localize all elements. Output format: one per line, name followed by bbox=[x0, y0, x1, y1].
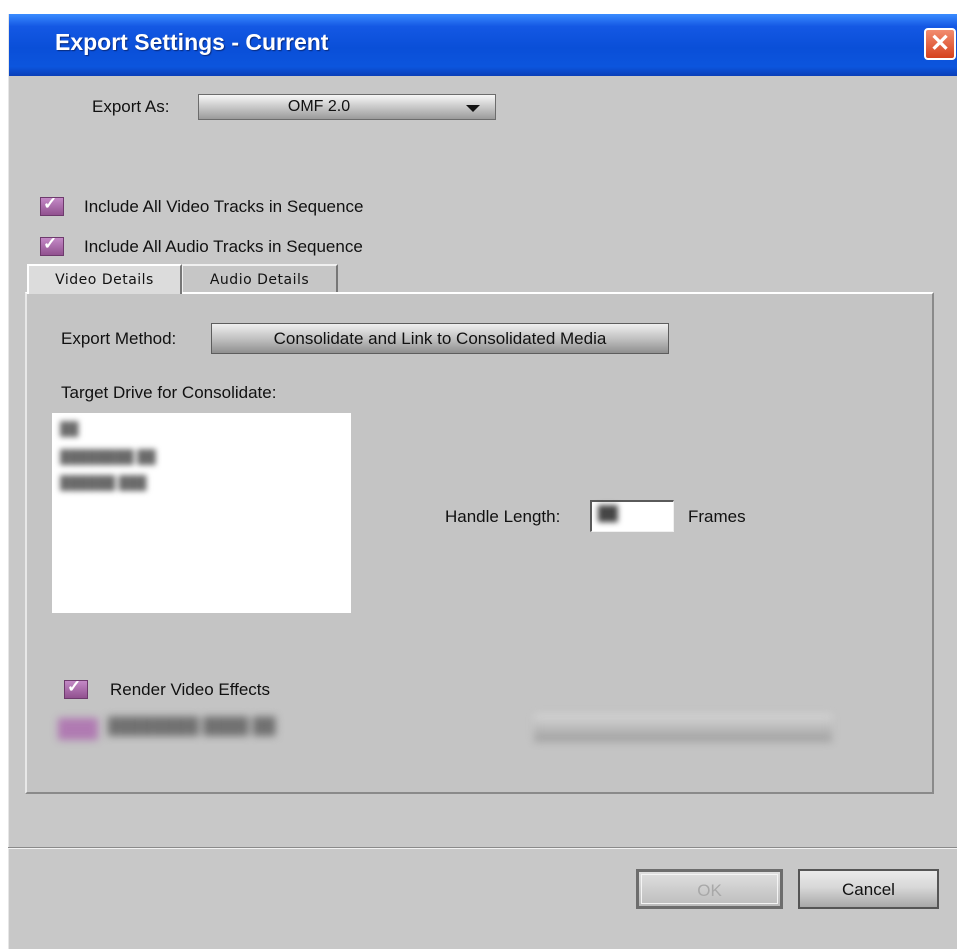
export-as-label: Export As: bbox=[92, 97, 170, 116]
obscured-label: ████████ ████ ██ bbox=[108, 718, 276, 735]
checkmark-icon: ✓ bbox=[43, 194, 58, 213]
frames-units-label: Frames bbox=[688, 507, 746, 526]
separator bbox=[8, 847, 957, 849]
checkmark-icon: ✓ bbox=[67, 677, 82, 696]
close-icon: ✕ bbox=[929, 30, 951, 57]
dropdown-arrow-icon bbox=[466, 105, 480, 112]
window-title: Export Settings - Current bbox=[55, 29, 329, 55]
handle-length-value: ██ bbox=[598, 505, 618, 521]
obscured-checkbox[interactable] bbox=[58, 718, 98, 740]
render-video-effects-label: Render Video Effects bbox=[110, 680, 271, 699]
handle-length-input[interactable]: ██ bbox=[590, 500, 674, 532]
title-bar[interactable]: Export Settings - Current ✕ bbox=[9, 14, 957, 76]
include-audio-label: Include All Audio Tracks in Sequence bbox=[84, 237, 363, 256]
export-method-label: Export Method: bbox=[61, 329, 177, 348]
target-drive-list[interactable]: ██ ████████ ██ ██████ ███ bbox=[52, 413, 351, 613]
close-button[interactable]: ✕ bbox=[924, 28, 956, 60]
render-video-effects-checkbox[interactable]: ✓ bbox=[64, 677, 88, 699]
include-audio-checkbox[interactable]: ✓ bbox=[40, 234, 64, 256]
include-video-label: Include All Video Tracks in Sequence bbox=[84, 197, 364, 216]
obscured-dropdown[interactable] bbox=[534, 714, 832, 742]
list-item[interactable]: ██ bbox=[60, 421, 78, 436]
export-method-button[interactable]: Consolidate and Link to Consolidated Med… bbox=[211, 323, 669, 354]
export-as-value: OMF 2.0 bbox=[287, 98, 351, 115]
tab-audio-details[interactable]: Audio Details bbox=[181, 264, 338, 292]
cancel-button[interactable]: Cancel bbox=[798, 869, 939, 909]
checkmark-icon: ✓ bbox=[43, 234, 58, 253]
handle-length-label: Handle Length: bbox=[445, 507, 561, 526]
tab-video-details[interactable]: Video Details bbox=[27, 264, 182, 294]
export-as-dropdown[interactable]: OMF 2.0 bbox=[198, 94, 496, 120]
include-video-checkbox[interactable]: ✓ bbox=[40, 194, 64, 216]
ok-button[interactable]: OK bbox=[636, 869, 783, 909]
target-drive-label: Target Drive for Consolidate: bbox=[61, 383, 277, 402]
list-item[interactable]: ████████ ██ bbox=[60, 449, 156, 464]
list-item[interactable]: ██████ ███ bbox=[60, 475, 147, 490]
